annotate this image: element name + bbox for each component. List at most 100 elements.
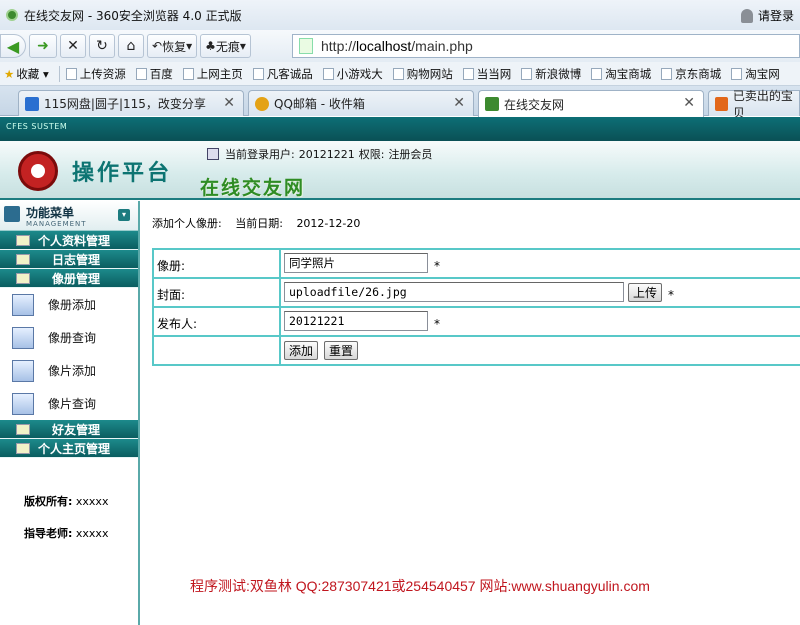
window-title: 在线交友网 - 360安全浏览器 4.0 正式版 [24, 8, 242, 23]
album-add-icon [12, 293, 34, 316]
no-trace-button[interactable]: ♣ 无痕 ▾ [200, 34, 251, 58]
sidebar-category-homepage[interactable]: 个人主页管理 [0, 439, 138, 458]
favorites-menu[interactable]: ★ 收藏 ▾ [4, 66, 49, 82]
forward-button[interactable]: ➜ [29, 34, 57, 58]
favorite-link[interactable]: 百度 [135, 66, 173, 82]
incognito-icon: ♣ [205, 39, 216, 53]
sidebar-category-album[interactable]: 像册管理 [0, 269, 138, 288]
publisher-input[interactable] [284, 311, 428, 331]
current-user-label: 当前登录用户: [225, 148, 295, 161]
browser-titlebar: 在线交友网 - 360安全浏览器 4.0 正式版 请登录 [0, 0, 800, 30]
cover-path-input[interactable] [284, 282, 624, 302]
photo-query-icon [12, 392, 34, 415]
star-icon: ★ [4, 66, 15, 81]
copyright-label: 版权所有: [24, 495, 73, 508]
page-icon [135, 67, 147, 80]
sidebar-category-profile[interactable]: 个人资料管理 [0, 231, 138, 250]
favorite-link[interactable]: 凡客诚品 [252, 66, 313, 82]
login-label[interactable]: 请登录 [758, 7, 794, 24]
favorite-link[interactable]: 淘宝网 [731, 66, 780, 82]
page-icon [252, 67, 264, 80]
favorite-link[interactable]: 购物网站 [392, 66, 453, 82]
no-trace-label: 无痕 [215, 39, 240, 54]
favorite-link[interactable]: 上传资源 [65, 66, 126, 82]
developer-note: 程序测试:双鱼林 QQ:287307421或254540457 网站:www.s… [190, 578, 650, 594]
folder-icon [16, 234, 30, 246]
date-label: 当前日期: [235, 217, 283, 230]
role: 注册会员 [388, 148, 433, 161]
sidebar-item-label: 像册添加 [48, 298, 97, 312]
album-name-input[interactable] [284, 253, 428, 273]
sidebar-item-label: 像片添加 [48, 364, 97, 378]
close-icon[interactable]: ✕ [453, 95, 465, 111]
platform-logo-icon [18, 151, 58, 191]
copyright-value: xxxxx [75, 495, 109, 508]
undo-icon: ↶ [152, 39, 163, 53]
back-button[interactable]: ◀ [0, 34, 26, 58]
browser-toolbar: ◀ ➜ ✕ ↻ ⌂ ↶ 恢复 ▾ ♣ 无痕 ▾ http://localhost… [0, 30, 800, 62]
page-icon [731, 67, 743, 80]
favorites-bar: ★ 收藏 ▾ 上传资源 百度 上网主页 凡客诚品 小游戏大 购物网站 当当网 新… [0, 62, 800, 86]
menu-subtitle: MANAGEMENT [26, 220, 87, 228]
album-query-icon [12, 326, 34, 349]
sidebar-item-photo-query[interactable]: 像片查询 [0, 387, 138, 420]
restore-button[interactable]: ↶ 恢复 ▾ [147, 34, 198, 58]
tab-label: 在线交友网 [504, 97, 565, 112]
close-icon[interactable]: ✕ [683, 95, 695, 111]
page-icon [462, 67, 474, 80]
reset-button[interactable]: 重置 [324, 341, 359, 360]
category-label: 好友管理 [52, 422, 101, 437]
stop-button[interactable]: ✕ [60, 34, 86, 58]
sidebar-item-label: 像片查询 [48, 397, 97, 411]
required-mark: * [434, 317, 440, 331]
chevron-down-icon: ▾ [39, 66, 49, 81]
login-link[interactable]: 请登录 [740, 7, 794, 24]
url-text[interactable]: http://localhost/main.php [321, 38, 473, 54]
favorite-link[interactable]: 新浪微博 [521, 66, 581, 82]
upload-button[interactable]: 上传 [628, 282, 663, 302]
site-name: 在线交友网 [200, 177, 306, 199]
refresh-button[interactable]: ↻ [89, 34, 115, 58]
publisher-label: 发布人: [154, 308, 281, 335]
sidebar-category-friends[interactable]: 好友管理 [0, 420, 138, 439]
sidebar-item-photo-add[interactable]: 像片添加 [0, 354, 138, 387]
menu-title: 功能菜单 [26, 206, 75, 220]
page-icon [299, 38, 313, 54]
address-bar[interactable]: http://localhost/main.php [292, 34, 800, 58]
sidebar-item-album-query[interactable]: 像册查询 [0, 321, 138, 354]
favorite-link[interactable]: 京东商城 [661, 66, 721, 82]
favorite-link[interactable]: 小游戏大 [322, 66, 383, 82]
tab-active-site[interactable]: 在线交友网 ✕ [478, 90, 704, 117]
sidebar-category-log[interactable]: 日志管理 [0, 250, 138, 269]
cover-field: 上传 * [284, 282, 674, 302]
page-icon [591, 67, 603, 80]
required-mark: * [668, 288, 675, 302]
close-icon[interactable]: ✕ [223, 95, 235, 111]
required-mark: * [434, 259, 440, 273]
home-button[interactable]: ⌂ [118, 34, 144, 58]
tab-sold-items[interactable]: 已卖出的宝贝 [708, 89, 800, 120]
sidebar-item-album-add[interactable]: 像册添加 [0, 288, 138, 321]
category-label: 日志管理 [52, 252, 101, 267]
forward-arrow-icon: ➜ [37, 38, 49, 54]
page-icon [661, 67, 673, 80]
form-row-publisher: 发布人: * [154, 308, 800, 337]
chevron-down-icon: ▾ [186, 39, 193, 53]
collapse-icon[interactable]: ▾ [118, 209, 130, 221]
album-field: * [284, 253, 440, 273]
favorite-link[interactable]: 上网主页 [182, 66, 243, 82]
system-tag: CFES SUSTEM [6, 122, 68, 131]
favorite-link[interactable]: 当当网 [462, 66, 511, 82]
favorites-label: 收藏 [16, 66, 40, 81]
category-label: 像册管理 [52, 271, 101, 286]
page-icon [65, 67, 77, 80]
favorite-link[interactable]: 淘宝商城 [591, 66, 651, 82]
tab-115[interactable]: 115网盘|圆子|115，改变分享 ✕ [18, 90, 244, 116]
page-icon [521, 67, 533, 80]
photo-add-icon [12, 359, 34, 382]
tab-qqmail[interactable]: QQ邮箱 - 收件箱 ✕ [248, 90, 474, 116]
user-icon [740, 8, 753, 23]
add-button[interactable]: 添加 [284, 341, 319, 360]
album-form: 像册: * 封面: 上传 * 发布人: * 添加 重置 [152, 248, 800, 366]
category-label: 个人主页管理 [38, 441, 111, 456]
